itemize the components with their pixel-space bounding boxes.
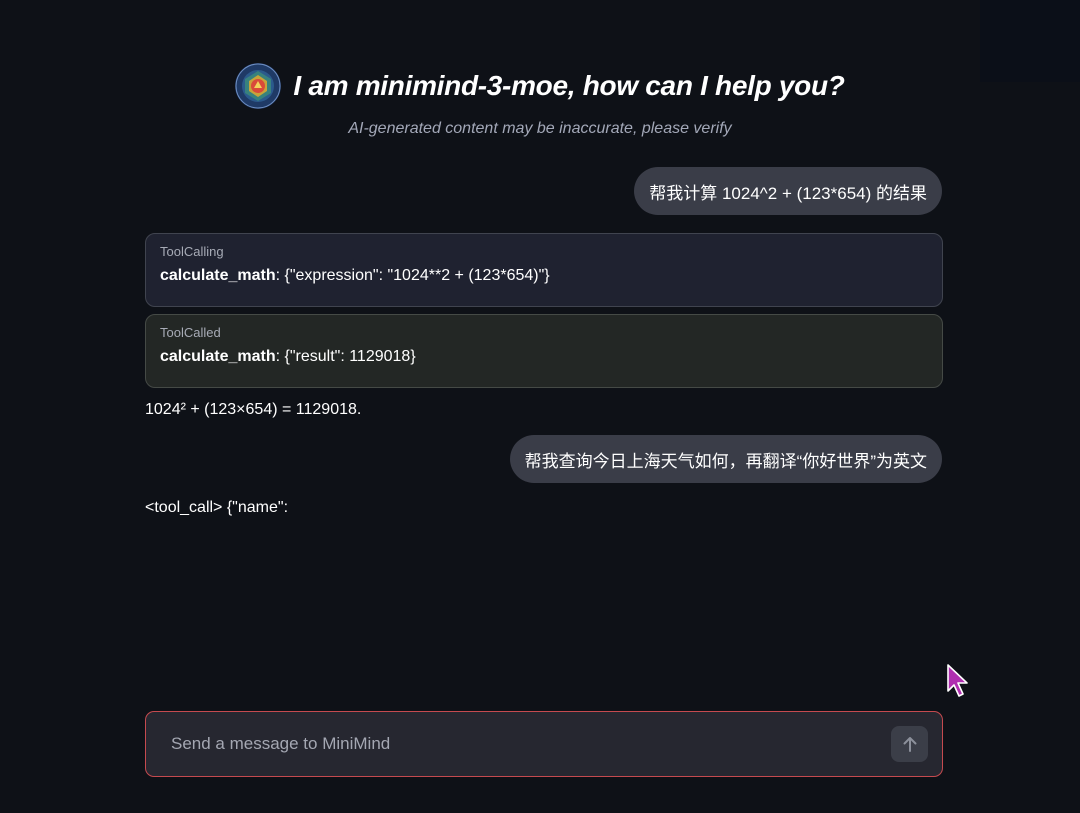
assistant-message-2-streaming: <tool_call> {"name":: [145, 499, 289, 516]
send-button[interactable]: [891, 726, 928, 762]
tool-function-name: calculate_math: [160, 348, 276, 365]
chat-input[interactable]: [171, 734, 891, 754]
assistant-message-1: 1024² + (123×654) = 1129018.: [145, 401, 362, 418]
tool-called-label: ToolCalled: [160, 325, 221, 340]
tool-called-content: calculate_math: {"result": 1129018}: [160, 348, 928, 366]
mouse-pointer-icon: [947, 664, 968, 697]
user-message-2: 帮我查询今日上海天气如何，再翻译“你好世界”为英文: [509, 435, 942, 483]
chat-input-container: [145, 711, 943, 777]
disclaimer-subtitle: AI-generated content may be inaccurate, …: [348, 120, 732, 137]
user-message-1: 帮我计算 1024^2 + (123*654) 的结果: [634, 167, 942, 215]
tool-function-name: calculate_math: [160, 267, 276, 284]
tool-calling-content: calculate_math: {"expression": "1024**2 …: [160, 267, 928, 285]
tool-calling-args: : {"expression": "1024**2 + (123*654)"}: [275, 267, 550, 284]
page-title: I am minimind-3-moe, how can I help you?: [293, 70, 845, 101]
tool-calling-card: ToolCalling calculate_math: {"expression…: [145, 233, 943, 307]
tool-called-card: ToolCalled calculate_math: {"result": 11…: [145, 314, 943, 388]
mandala-logo-icon: [235, 63, 282, 109]
tool-called-result: : {"result": 1129018}: [275, 348, 416, 365]
tool-calling-label: ToolCalling: [160, 244, 224, 259]
arrow-up-icon: [903, 737, 916, 752]
header: I am minimind-3-moe, how can I help you?: [0, 60, 1080, 112]
